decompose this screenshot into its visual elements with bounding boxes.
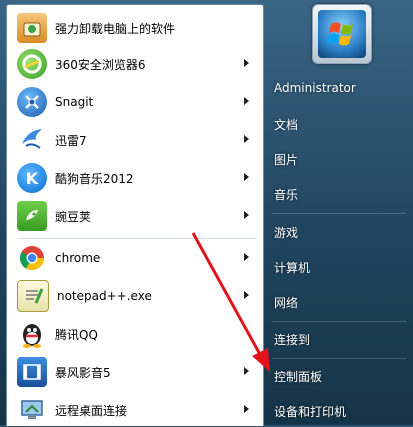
start-menu: 强力卸载电脑上的软件 360安全浏览器6 Snagit 迅雷7 K 酷狗音乐20… [0, 0, 413, 426]
annotation-arrow [191, 232, 270, 372]
